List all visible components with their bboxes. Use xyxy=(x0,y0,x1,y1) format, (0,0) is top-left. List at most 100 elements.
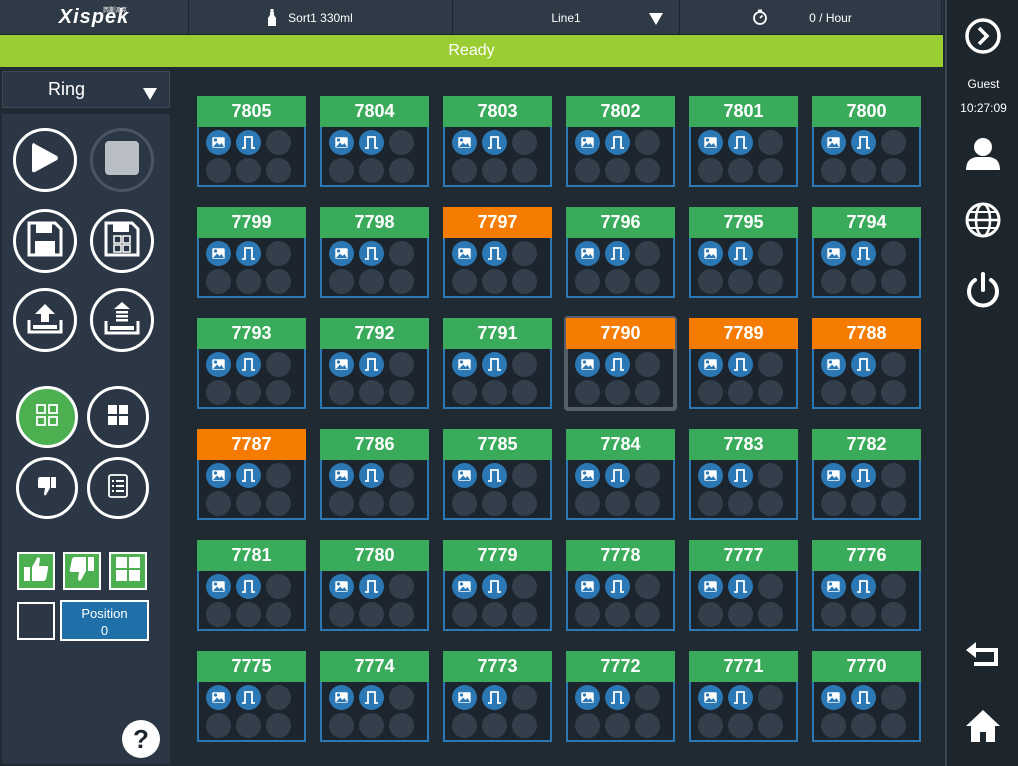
report-button[interactable] xyxy=(87,457,149,519)
inactive-indicator xyxy=(821,269,846,294)
inactive-indicator xyxy=(452,491,477,516)
container-cell[interactable]: 7771 xyxy=(689,651,798,742)
signal-pulse-icon xyxy=(359,352,384,377)
container-cell[interactable]: 7781 xyxy=(197,540,306,631)
container-cell[interactable]: 7801 xyxy=(689,96,798,187)
signal-pulse-icon xyxy=(482,352,507,377)
cell-inspection-body xyxy=(443,238,552,298)
control-panel: Position 0 ? xyxy=(2,114,170,764)
container-cell[interactable]: 7802 xyxy=(566,96,675,187)
empty-checkbox[interactable] xyxy=(17,602,55,640)
image-icon xyxy=(698,463,723,488)
stop-button[interactable] xyxy=(90,128,154,192)
mode-dropdown[interactable]: Ring xyxy=(2,71,170,108)
inactive-indicator xyxy=(482,491,507,516)
cell-id-label: 7778 xyxy=(566,540,675,571)
container-cell[interactable]: 7785 xyxy=(443,429,552,520)
inactive-indicator xyxy=(389,380,414,405)
inactive-indicator xyxy=(881,685,906,710)
container-cell[interactable]: 7787 xyxy=(197,429,306,520)
container-cell[interactable]: 7788 xyxy=(812,318,921,409)
container-cell[interactable]: 7773 xyxy=(443,651,552,742)
view-rejects-button[interactable] xyxy=(16,457,78,519)
container-cell[interactable]: 7792 xyxy=(320,318,429,409)
container-cell[interactable]: 7797 xyxy=(443,207,552,298)
container-cell[interactable]: 7790 xyxy=(566,318,675,409)
container-cell[interactable]: 7799 xyxy=(197,207,306,298)
container-cell[interactable]: 7789 xyxy=(689,318,798,409)
save-layout-button[interactable] xyxy=(90,209,154,273)
home-button[interactable] xyxy=(963,708,1003,748)
signal-pulse-icon xyxy=(482,130,507,155)
help-button[interactable]: ? xyxy=(122,720,160,758)
container-cell[interactable]: 7776 xyxy=(812,540,921,631)
inactive-indicator xyxy=(452,158,477,183)
accept-filter-button[interactable] xyxy=(17,552,55,590)
inactive-indicator xyxy=(512,574,537,599)
signal-pulse-icon xyxy=(851,574,876,599)
container-cell[interactable]: 7794 xyxy=(812,207,921,298)
image-icon xyxy=(452,574,477,599)
container-cell[interactable]: 7780 xyxy=(320,540,429,631)
inactive-indicator xyxy=(389,130,414,155)
next-button[interactable] xyxy=(963,17,1003,58)
inactive-indicator xyxy=(881,130,906,155)
inactive-indicator xyxy=(575,602,600,627)
container-cell[interactable]: 7791 xyxy=(443,318,552,409)
container-cell[interactable]: 7774 xyxy=(320,651,429,742)
cell-id-label: 7802 xyxy=(566,96,675,127)
inactive-indicator xyxy=(389,463,414,488)
container-cell[interactable]: 7770 xyxy=(812,651,921,742)
container-cell[interactable]: 7786 xyxy=(320,429,429,520)
container-cell[interactable]: 7805 xyxy=(197,96,306,187)
status-bar: Ready xyxy=(0,35,943,67)
container-cell[interactable]: 7798 xyxy=(320,207,429,298)
cell-id-label: 7786 xyxy=(320,429,429,460)
language-button[interactable] xyxy=(963,202,1003,242)
view-all-button[interactable] xyxy=(16,386,78,448)
cell-inspection-body xyxy=(197,460,306,520)
container-cell[interactable]: 7783 xyxy=(689,429,798,520)
container-cell[interactable]: 7778 xyxy=(566,540,675,631)
cell-inspection-body xyxy=(812,682,921,742)
upload-all-button[interactable] xyxy=(90,288,154,352)
inactive-indicator xyxy=(635,602,660,627)
container-cell[interactable]: 7796 xyxy=(566,207,675,298)
container-cell[interactable]: 7772 xyxy=(566,651,675,742)
container-cell[interactable]: 7800 xyxy=(812,96,921,187)
inactive-indicator xyxy=(266,352,291,377)
back-button[interactable] xyxy=(963,638,1003,678)
container-cell[interactable]: 7784 xyxy=(566,429,675,520)
container-cell[interactable]: 7779 xyxy=(443,540,552,631)
cell-inspection-body xyxy=(443,460,552,520)
save-button[interactable] xyxy=(13,209,77,273)
inactive-indicator xyxy=(266,602,291,627)
container-cell[interactable]: 7782 xyxy=(812,429,921,520)
cell-id-label: 7775 xyxy=(197,651,306,682)
position-indicator[interactable]: Position 0 xyxy=(60,600,149,641)
container-cell[interactable]: 7804 xyxy=(320,96,429,187)
signal-pulse-icon xyxy=(236,463,261,488)
cell-id-label: 7804 xyxy=(320,96,429,127)
cell-id-label: 7773 xyxy=(443,651,552,682)
container-cell[interactable]: 7795 xyxy=(689,207,798,298)
inactive-indicator xyxy=(389,602,414,627)
container-cell[interactable]: 7775 xyxy=(197,651,306,742)
container-cell[interactable]: 7793 xyxy=(197,318,306,409)
cell-id-label: 7770 xyxy=(812,651,921,682)
inactive-indicator xyxy=(698,491,723,516)
power-button[interactable] xyxy=(963,271,1003,312)
start-button[interactable] xyxy=(13,128,77,192)
container-cell[interactable]: 7803 xyxy=(443,96,552,187)
reject-filter-button[interactable] xyxy=(63,552,101,590)
line-select[interactable]: Line1 xyxy=(453,0,680,35)
upload-button[interactable] xyxy=(13,288,77,352)
view-grid-button[interactable] xyxy=(87,386,149,448)
user-button[interactable] xyxy=(963,136,1003,176)
inactive-indicator xyxy=(512,241,537,266)
tile-filter-button[interactable] xyxy=(109,552,147,590)
bottle-icon xyxy=(267,9,277,27)
cell-id-label: 7789 xyxy=(689,318,798,349)
container-cell[interactable]: 7777 xyxy=(689,540,798,631)
cell-id-label: 7803 xyxy=(443,96,552,127)
